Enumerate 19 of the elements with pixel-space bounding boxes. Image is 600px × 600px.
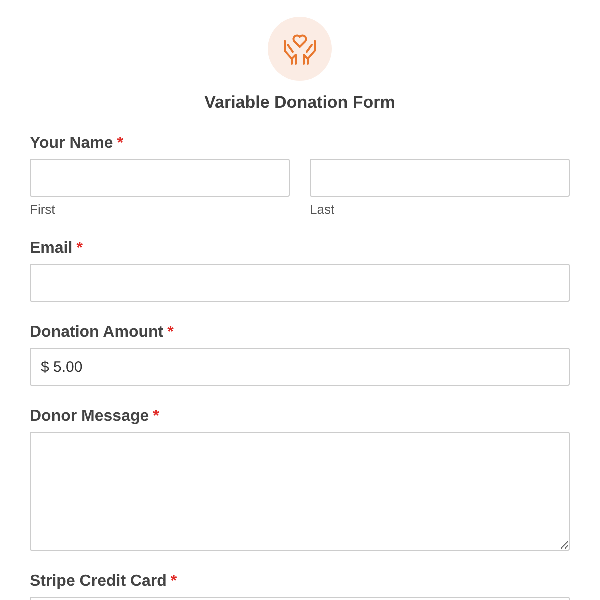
form-title: Variable Donation Form bbox=[204, 93, 396, 113]
message-field[interactable] bbox=[30, 432, 570, 551]
required-mark: * bbox=[168, 323, 174, 343]
input-field[interactable] bbox=[310, 159, 570, 197]
required-mark: * bbox=[76, 239, 83, 259]
field-label: Email bbox=[30, 239, 73, 259]
field-label: Stripe Credit Card bbox=[30, 572, 167, 592]
sublabel: Last bbox=[310, 202, 336, 218]
field-label: Donation Amount bbox=[30, 323, 164, 343]
input-field[interactable] bbox=[30, 159, 290, 197]
required-mark: * bbox=[153, 407, 160, 427]
hands-heart-icon bbox=[282, 33, 318, 65]
field-label: Your Name bbox=[30, 134, 114, 154]
required-mark: * bbox=[170, 572, 178, 592]
input-field[interactable]: $ 5.00 bbox=[30, 348, 570, 386]
sublabel: First bbox=[30, 202, 56, 218]
input-field[interactable] bbox=[30, 264, 570, 302]
field-label: Donor Message bbox=[30, 407, 150, 427]
required-mark: * bbox=[117, 134, 124, 154]
